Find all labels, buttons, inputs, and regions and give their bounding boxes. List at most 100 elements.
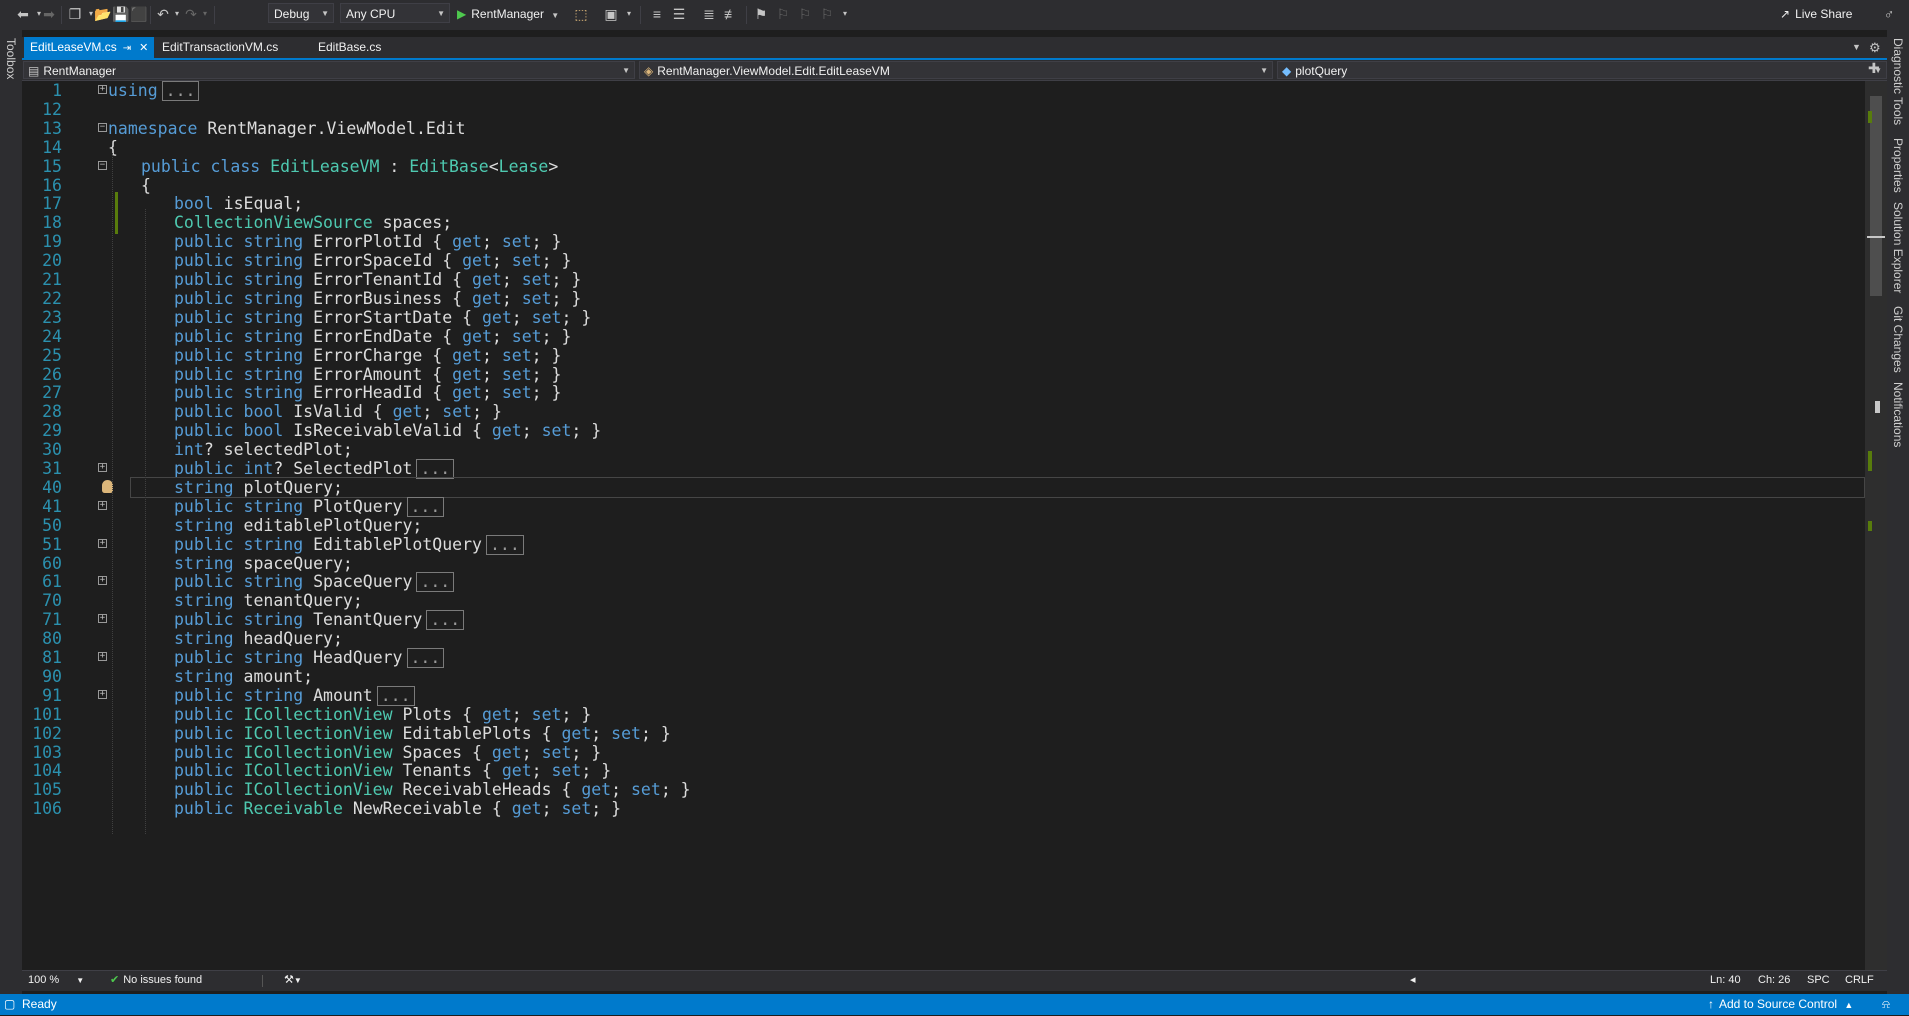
toolbar-separator [150,6,151,24]
live-share-button[interactable]: ↗ Live Share [1780,4,1852,24]
save-icon[interactable]: 💾 [112,4,130,24]
expand-icon[interactable]: + [98,652,107,661]
tab-label: EditBase.cs [318,40,382,54]
browse-dropdown-icon[interactable]: ▾ [620,4,638,24]
properties-tab[interactable]: Properties [1891,138,1905,193]
uncomment-icon[interactable]: ≢ [722,4,740,24]
code-editor[interactable]: 1 + using... 12 13− namespace RentManager.Vie… [22,81,1865,970]
field-icon: ◆ [1282,64,1292,78]
member-dropdown[interactable]: ◆ plotQuery ▼ [1277,61,1887,79]
change-marker [1868,111,1872,123]
scroll-left-icon[interactable]: ◂ [1410,971,1416,990]
code-text: public Receivable NewReceivable { get; s… [174,799,622,819]
clear-bookmarks-icon[interactable]: ⚐ [818,4,836,24]
line-number-status[interactable]: Ln: 40 [1710,971,1741,990]
open-folder-icon[interactable]: 📂 [94,4,112,24]
class-icon: ◈ [644,64,654,78]
configuration-value: Debug [274,7,310,21]
member-label: plotQuery [1295,64,1348,78]
notifications-bell-icon[interactable]: ⍾ [1882,994,1890,1015]
toolbar-separator [640,6,641,24]
project-dropdown[interactable]: ▤ RentManager ▼ [23,61,635,79]
run-target-label: RentManager [471,7,544,21]
line-ending-status[interactable]: CRLF [1845,971,1874,990]
step-icon[interactable]: ≡ [648,4,666,24]
pin-icon[interactable]: ⇥ [123,43,131,54]
expand-icon[interactable]: + [98,463,107,472]
share-icon: ↗ [1780,7,1791,21]
start-debugging-button[interactable]: ▶ RentManager ▼ [457,3,559,25]
browse-icon[interactable]: ▣ [602,4,620,24]
git-changes-tab[interactable]: Git Changes [1891,306,1905,373]
play-icon: ▶ [457,7,467,21]
diagnostic-tools-tab[interactable]: Diagnostic Tools [1891,38,1905,125]
navigation-bar: ▤ RentManager ▼ ◈ RentManager.ViewModel.Ed… [22,60,1887,81]
line-number: 106 [32,799,62,819]
account-icon[interactable]: ♂ [1880,4,1898,24]
notifications-tab[interactable]: Notifications [1891,382,1905,447]
toolbox-tab[interactable]: Toolbox [4,38,18,79]
toolbar-options-icon[interactable]: ▾ [836,4,854,24]
project-icon: ▤ [28,64,40,78]
solution-explorer-tab[interactable]: Solution Explorer [1891,202,1905,293]
tab-label: EditTransactionVM.cs [162,40,279,54]
code-line[interactable]: 106 public Receivable NewReceivable { get… [22,797,1865,820]
issues-label: No issues found [123,974,203,986]
status-bar: ▢ Ready ↑ Add to Source Control ▲ ⍾ [0,994,1909,1015]
toolbar-separator [746,6,747,24]
prev-bookmark-icon[interactable]: ⚐ [774,4,792,24]
save-all-icon[interactable]: ⬛ [130,4,148,24]
expand-icon[interactable]: + [98,538,107,548]
project-label: RentManager [43,64,117,78]
tab-editbase[interactable]: EditBase.cs [312,37,402,58]
comment-icon[interactable]: ≣ [700,4,718,24]
tab-list-dropdown-icon[interactable]: ▼ [1852,37,1861,58]
collapse-icon[interactable]: − [98,122,107,132]
tab-editleasevm[interactable]: EditLeaseVM.cs ⇥ ✕ [24,37,154,58]
expand-icon[interactable]: + [98,500,107,510]
status-separator [262,975,263,987]
right-tool-strip: Diagnostic Tools Properties Solution Exp… [1887,30,1909,1004]
char-number-status[interactable]: Ch: 26 [1758,971,1790,990]
expand-icon[interactable]: + [98,614,107,624]
hot-reload-icon[interactable]: ⬚ [572,4,590,24]
zoom-select[interactable]: 100 % ▼ [28,971,84,990]
ready-icon: ▢ [4,997,16,1011]
add-to-source-control-button[interactable]: ↑ Add to Source Control ▲ [1708,994,1853,1016]
platform-select[interactable]: Any CPU ▼ [340,3,450,23]
bookmark-icon[interactable]: ⚑ [752,4,770,24]
expand-icon[interactable]: + [98,85,107,94]
align-icon[interactable]: ☰ [670,4,688,24]
platform-value: Any CPU [346,7,396,21]
close-icon[interactable]: ✕ [139,42,148,54]
editor-status-bar: 100 % ▼ ✔ No issues found ⚒▼ ◂ Ln: 40 Ch:… [22,970,1887,991]
next-bookmark-icon[interactable]: ⚐ [796,4,814,24]
code-cleanup-icon[interactable]: ⚒▼ [284,971,302,990]
spacing-status[interactable]: SPC [1807,971,1830,990]
expand-icon[interactable]: + [98,576,107,586]
main-toolbar: ⬅ ▾ ➡ ❐ ▾ 📂 💾 ⬛ ↶ ▾ ↷ ▾ Debug ▼ Any CPU … [0,0,1909,30]
status-text: Ready [22,997,57,1011]
expand-icon[interactable]: + [98,689,107,699]
collapse-icon[interactable]: − [98,160,107,170]
tab-edittransactionvm[interactable]: EditTransactionVM.cs [156,37,316,58]
vertical-scrollbar[interactable] [1865,81,1887,970]
gear-icon[interactable]: ⚙ [1869,37,1881,58]
forward-icon[interactable]: ➡ [40,4,58,24]
configuration-select[interactable]: Debug ▼ [268,3,334,23]
indent-guide [145,209,146,835]
redo-dropdown-icon[interactable]: ▾ [196,4,214,24]
scroll-marker [1875,401,1880,413]
indent-guide [112,152,113,835]
arrow-up-icon: ↑ [1708,997,1714,1011]
type-dropdown[interactable]: ◈ RentManager.ViewModel.Edit.EditLeaseVM … [639,61,1273,79]
toolbox-strip: Toolbox [0,30,22,1004]
change-marker [1868,451,1872,471]
check-circle-icon: ✔ [110,974,120,986]
source-control-label: Add to Source Control [1719,997,1838,1011]
change-marker [1868,521,1872,531]
issues-indicator[interactable]: ✔ No issues found [110,971,202,990]
scrollbar-thumb[interactable] [1870,96,1882,296]
chevron-down-icon: ▼ [321,9,329,18]
split-editor-icon[interactable]: ✚ [1868,60,1880,77]
